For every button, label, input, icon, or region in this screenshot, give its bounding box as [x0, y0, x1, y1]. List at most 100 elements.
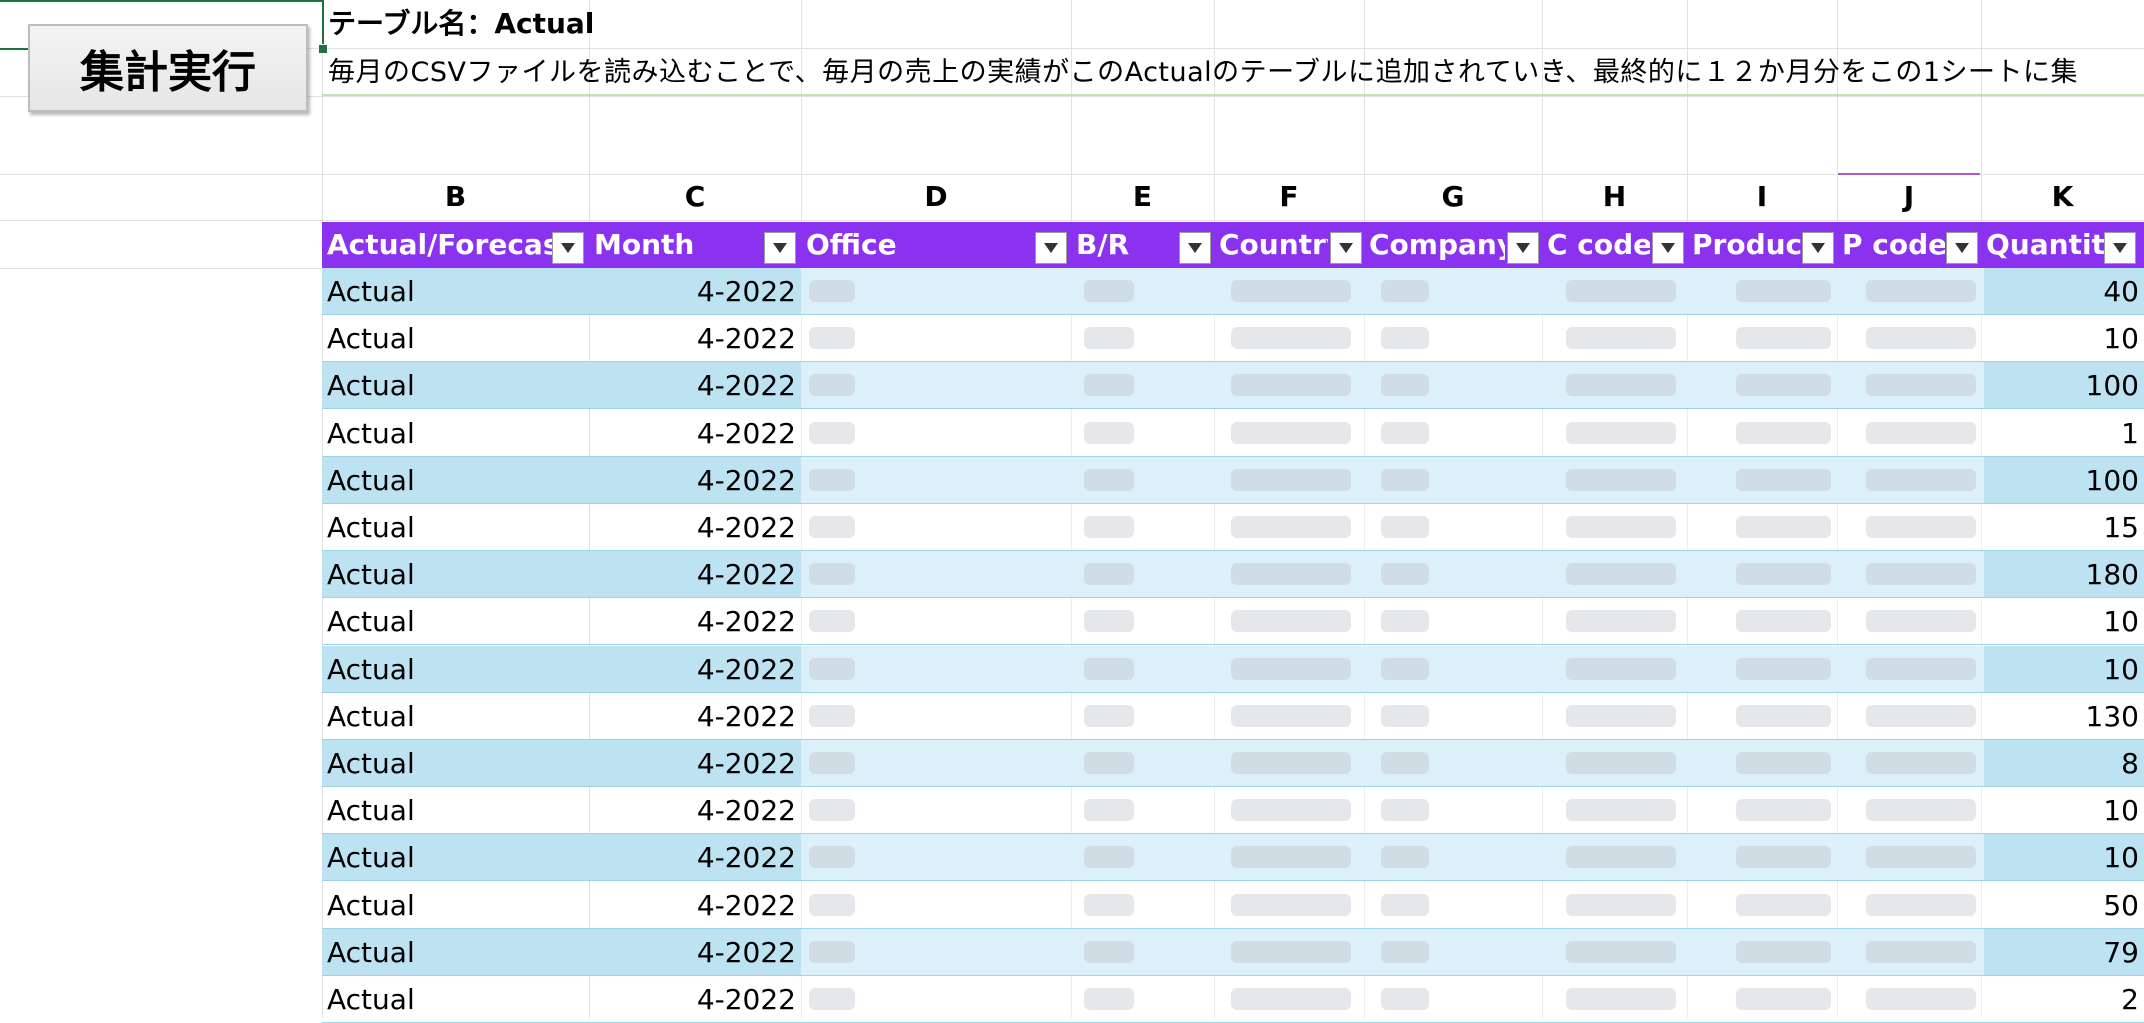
- table-row[interactable]: Actual 4-2022 10: [322, 598, 2144, 646]
- filter-dropdown-icon[interactable]: [2104, 232, 2136, 264]
- column-letter-i[interactable]: I: [1687, 176, 1837, 218]
- column-letter-d[interactable]: D: [801, 176, 1071, 218]
- header-actual-forecast[interactable]: Actual/Forecast: [322, 222, 552, 268]
- column-letter-j[interactable]: J: [1837, 176, 1981, 218]
- cell-actual-forecast[interactable]: Actual: [322, 410, 589, 457]
- table-row[interactable]: Actual 4-2022 100: [322, 456, 2144, 504]
- cell-actual-forecast[interactable]: Actual: [322, 457, 589, 504]
- cell-quantity[interactable]: 10: [1981, 787, 2144, 834]
- cell-month[interactable]: 4-2022: [589, 504, 801, 551]
- cell-quantity[interactable]: 10: [1981, 834, 2144, 881]
- cell-actual-forecast[interactable]: Actual: [322, 787, 589, 834]
- cell-month[interactable]: 4-2022: [589, 834, 801, 881]
- cell-actual-forecast[interactable]: Actual: [322, 315, 589, 362]
- cell-actual-forecast[interactable]: Actual: [322, 646, 589, 693]
- column-letter-h[interactable]: H: [1542, 176, 1687, 218]
- cell-month[interactable]: 4-2022: [589, 740, 801, 787]
- cell-actual-forecast[interactable]: Actual: [322, 882, 589, 929]
- filter-dropdown-icon[interactable]: [1802, 232, 1834, 264]
- cell-quantity[interactable]: 100: [1981, 362, 2144, 409]
- table-row[interactable]: Actual 4-2022 130: [322, 692, 2144, 740]
- header-product[interactable]: Product: [1687, 222, 1801, 268]
- run-aggregation-button[interactable]: 集計実行: [28, 24, 308, 112]
- cell-month[interactable]: 4-2022: [589, 787, 801, 834]
- cell-actual-forecast[interactable]: Actual: [322, 929, 589, 976]
- column-letter-c[interactable]: C: [589, 176, 801, 218]
- cell-actual-forecast[interactable]: Actual: [322, 693, 589, 740]
- column-letter-e[interactable]: E: [1071, 176, 1214, 218]
- cell-quantity[interactable]: 40: [1981, 268, 2144, 315]
- cell-month[interactable]: 4-2022: [589, 551, 801, 598]
- cell-month[interactable]: 4-2022: [589, 598, 801, 645]
- cell-actual-forecast[interactable]: Actual: [322, 268, 589, 315]
- cell-actual-forecast[interactable]: Actual: [322, 504, 589, 551]
- cell-month[interactable]: 4-2022: [589, 976, 801, 1023]
- header-p-code[interactable]: P code: [1837, 222, 1945, 268]
- cell-actual-forecast[interactable]: Actual: [322, 740, 589, 787]
- column-letter-k[interactable]: K: [1981, 176, 2144, 218]
- header-company[interactable]: Company: [1364, 222, 1505, 268]
- cell-month[interactable]: 4-2022: [589, 882, 801, 929]
- cell-month[interactable]: 4-2022: [589, 268, 801, 315]
- header-quantity[interactable]: Quantity: [1981, 222, 2109, 268]
- cell-quantity[interactable]: 130: [1981, 693, 2144, 740]
- table-row[interactable]: Actual 4-2022 10: [322, 645, 2144, 693]
- cell-actual-forecast[interactable]: Actual: [322, 834, 589, 881]
- cell-quantity[interactable]: 50: [1981, 882, 2144, 929]
- fill-handle[interactable]: [318, 44, 328, 54]
- column-letter-g[interactable]: G: [1364, 176, 1542, 218]
- cell-month[interactable]: 4-2022: [589, 929, 801, 976]
- cell-quantity[interactable]: 10: [1981, 598, 2144, 645]
- table-row[interactable]: Actual 4-2022 2: [322, 976, 2144, 1023]
- filter-dropdown-icon[interactable]: [552, 232, 584, 264]
- table-row[interactable]: Actual 4-2022 15: [322, 504, 2144, 551]
- cell-actual-forecast[interactable]: Actual: [322, 362, 589, 409]
- table-row[interactable]: Actual 4-2022 10: [322, 315, 2144, 363]
- cell-month[interactable]: 4-2022: [589, 410, 801, 457]
- cell-quantity[interactable]: 79: [1981, 929, 2144, 976]
- table-row[interactable]: Actual 4-2022 10: [322, 787, 2144, 835]
- cell-quantity[interactable]: 10: [1981, 315, 2144, 362]
- header-c-code[interactable]: C code: [1542, 222, 1650, 268]
- table-row[interactable]: Actual 4-2022 10: [322, 834, 2144, 882]
- cell-month[interactable]: 4-2022: [589, 457, 801, 504]
- column-letter-f[interactable]: F: [1214, 176, 1364, 218]
- cell-quantity[interactable]: 8: [1981, 740, 2144, 787]
- redacted-value: [1866, 846, 1976, 869]
- redacted-value: [1736, 280, 1831, 302]
- header-office[interactable]: Office: [801, 222, 1031, 268]
- cell-quantity[interactable]: 10: [1981, 646, 2144, 693]
- cell-quantity[interactable]: 15: [1981, 504, 2144, 551]
- filter-dropdown-icon[interactable]: [1330, 232, 1362, 264]
- table-row[interactable]: Actual 4-2022 50: [322, 881, 2144, 929]
- column-letter-b[interactable]: B: [322, 176, 589, 218]
- filter-dropdown-icon[interactable]: [1179, 232, 1211, 264]
- filter-dropdown-icon[interactable]: [1652, 232, 1684, 264]
- filter-dropdown-icon[interactable]: [764, 232, 796, 264]
- filter-dropdown-icon[interactable]: [1946, 232, 1978, 264]
- header-month[interactable]: Month: [589, 222, 764, 268]
- cell-quantity[interactable]: 180: [1981, 551, 2144, 598]
- cell-quantity[interactable]: 2: [1981, 976, 2144, 1023]
- table-row[interactable]: Actual 4-2022 100: [322, 362, 2144, 410]
- table-row[interactable]: Actual 4-2022 1: [322, 409, 2144, 457]
- table-row[interactable]: Actual 4-2022 40: [322, 268, 2144, 315]
- table-row[interactable]: Actual 4-2022 180: [322, 551, 2144, 599]
- table-row[interactable]: Actual 4-2022 8: [322, 740, 2144, 787]
- redacted-value: [1084, 563, 1134, 586]
- cell-actual-forecast[interactable]: Actual: [322, 551, 589, 598]
- cell-actual-forecast[interactable]: Actual: [322, 598, 589, 645]
- cell-month[interactable]: 4-2022: [589, 315, 801, 362]
- header-br[interactable]: B/R: [1071, 222, 1177, 268]
- cell-month[interactable]: 4-2022: [589, 362, 801, 409]
- filter-dropdown-icon[interactable]: [1507, 232, 1539, 264]
- table-row[interactable]: Actual 4-2022 79: [322, 928, 2144, 976]
- cell-quantity[interactable]: 100: [1981, 457, 2144, 504]
- cell-quantity[interactable]: 1: [1981, 410, 2144, 457]
- redacted-value: [1231, 327, 1351, 350]
- cell-actual-forecast[interactable]: Actual: [322, 976, 589, 1023]
- filter-dropdown-icon[interactable]: [1035, 232, 1067, 264]
- cell-month[interactable]: 4-2022: [589, 693, 801, 740]
- header-country[interactable]: Country: [1214, 222, 1328, 268]
- cell-month[interactable]: 4-2022: [589, 646, 801, 693]
